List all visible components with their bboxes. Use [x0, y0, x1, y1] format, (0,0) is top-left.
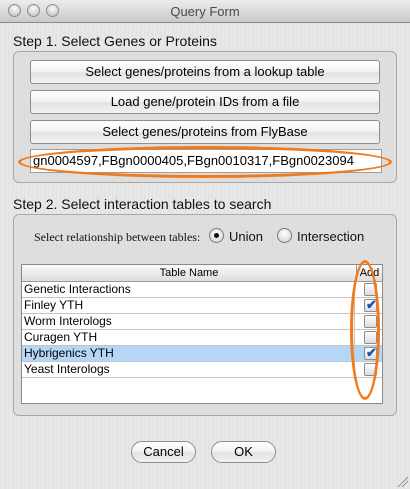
table-row[interactable]: Yeast Interologs	[22, 362, 382, 378]
table-name-cell: Genetic Interactions	[24, 282, 355, 297]
flybase-button[interactable]: Select genes/proteins from FlyBase	[30, 120, 380, 144]
add-checkbox[interactable]	[364, 315, 377, 328]
intersection-radio[interactable]	[277, 228, 292, 243]
checkmark-icon: ✔	[366, 297, 377, 312]
union-radio[interactable]	[209, 228, 224, 243]
table-row[interactable]: Finley YTH ✔	[22, 297, 382, 314]
add-checkbox[interactable]	[364, 331, 377, 344]
table-row[interactable]: Curagen YTH	[22, 330, 382, 346]
add-checkbox[interactable]: ✔	[364, 297, 377, 312]
add-checkbox[interactable]	[364, 363, 377, 376]
load-file-button[interactable]: Load gene/protein IDs from a file	[30, 90, 380, 114]
checkmark-icon: ✔	[366, 345, 377, 360]
lookup-table-button[interactable]: Select genes/proteins from a lookup tabl…	[30, 60, 380, 84]
table-name-cell: Hybrigenics YTH	[24, 346, 355, 361]
interaction-tables-list[interactable]: Table Name Add Genetic Interactions Finle…	[21, 264, 383, 404]
gene-ids-field[interactable]: gn0004597,FBgn0000405,FBgn0010317,FBgn00…	[30, 149, 382, 173]
table-row[interactable]: Hybrigenics YTH ✔	[22, 345, 382, 362]
union-label[interactable]: Union	[229, 229, 263, 244]
add-checkbox[interactable]: ✔	[364, 345, 377, 360]
resize-grip-icon[interactable]	[396, 475, 408, 487]
table-name-cell: Yeast Interologs	[24, 362, 355, 377]
column-header-table-name[interactable]: Table Name	[22, 265, 357, 281]
cancel-button[interactable]: Cancel	[131, 441, 196, 463]
window-title: Query Form	[170, 4, 240, 19]
step1-label: Step 1. Select Genes or Proteins	[13, 33, 217, 49]
intersection-label[interactable]: Intersection	[297, 229, 364, 244]
step2-label: Step 2. Select interaction tables to sea…	[13, 196, 272, 212]
title-bar[interactable]: Query Form	[0, 0, 410, 23]
table-name-cell: Finley YTH	[24, 298, 355, 313]
table-name-cell: Worm Interologs	[24, 314, 355, 329]
ok-button[interactable]: OK	[211, 441, 276, 463]
table-row[interactable]: Genetic Interactions	[22, 282, 382, 298]
add-checkbox[interactable]	[364, 283, 377, 296]
table-row[interactable]: Worm Interologs	[22, 314, 382, 330]
table-name-cell: Curagen YTH	[24, 330, 355, 345]
relationship-label: Select relationship between tables:	[34, 230, 201, 244]
column-header-add[interactable]: Add	[357, 265, 382, 281]
table-header: Table Name Add	[22, 265, 382, 282]
